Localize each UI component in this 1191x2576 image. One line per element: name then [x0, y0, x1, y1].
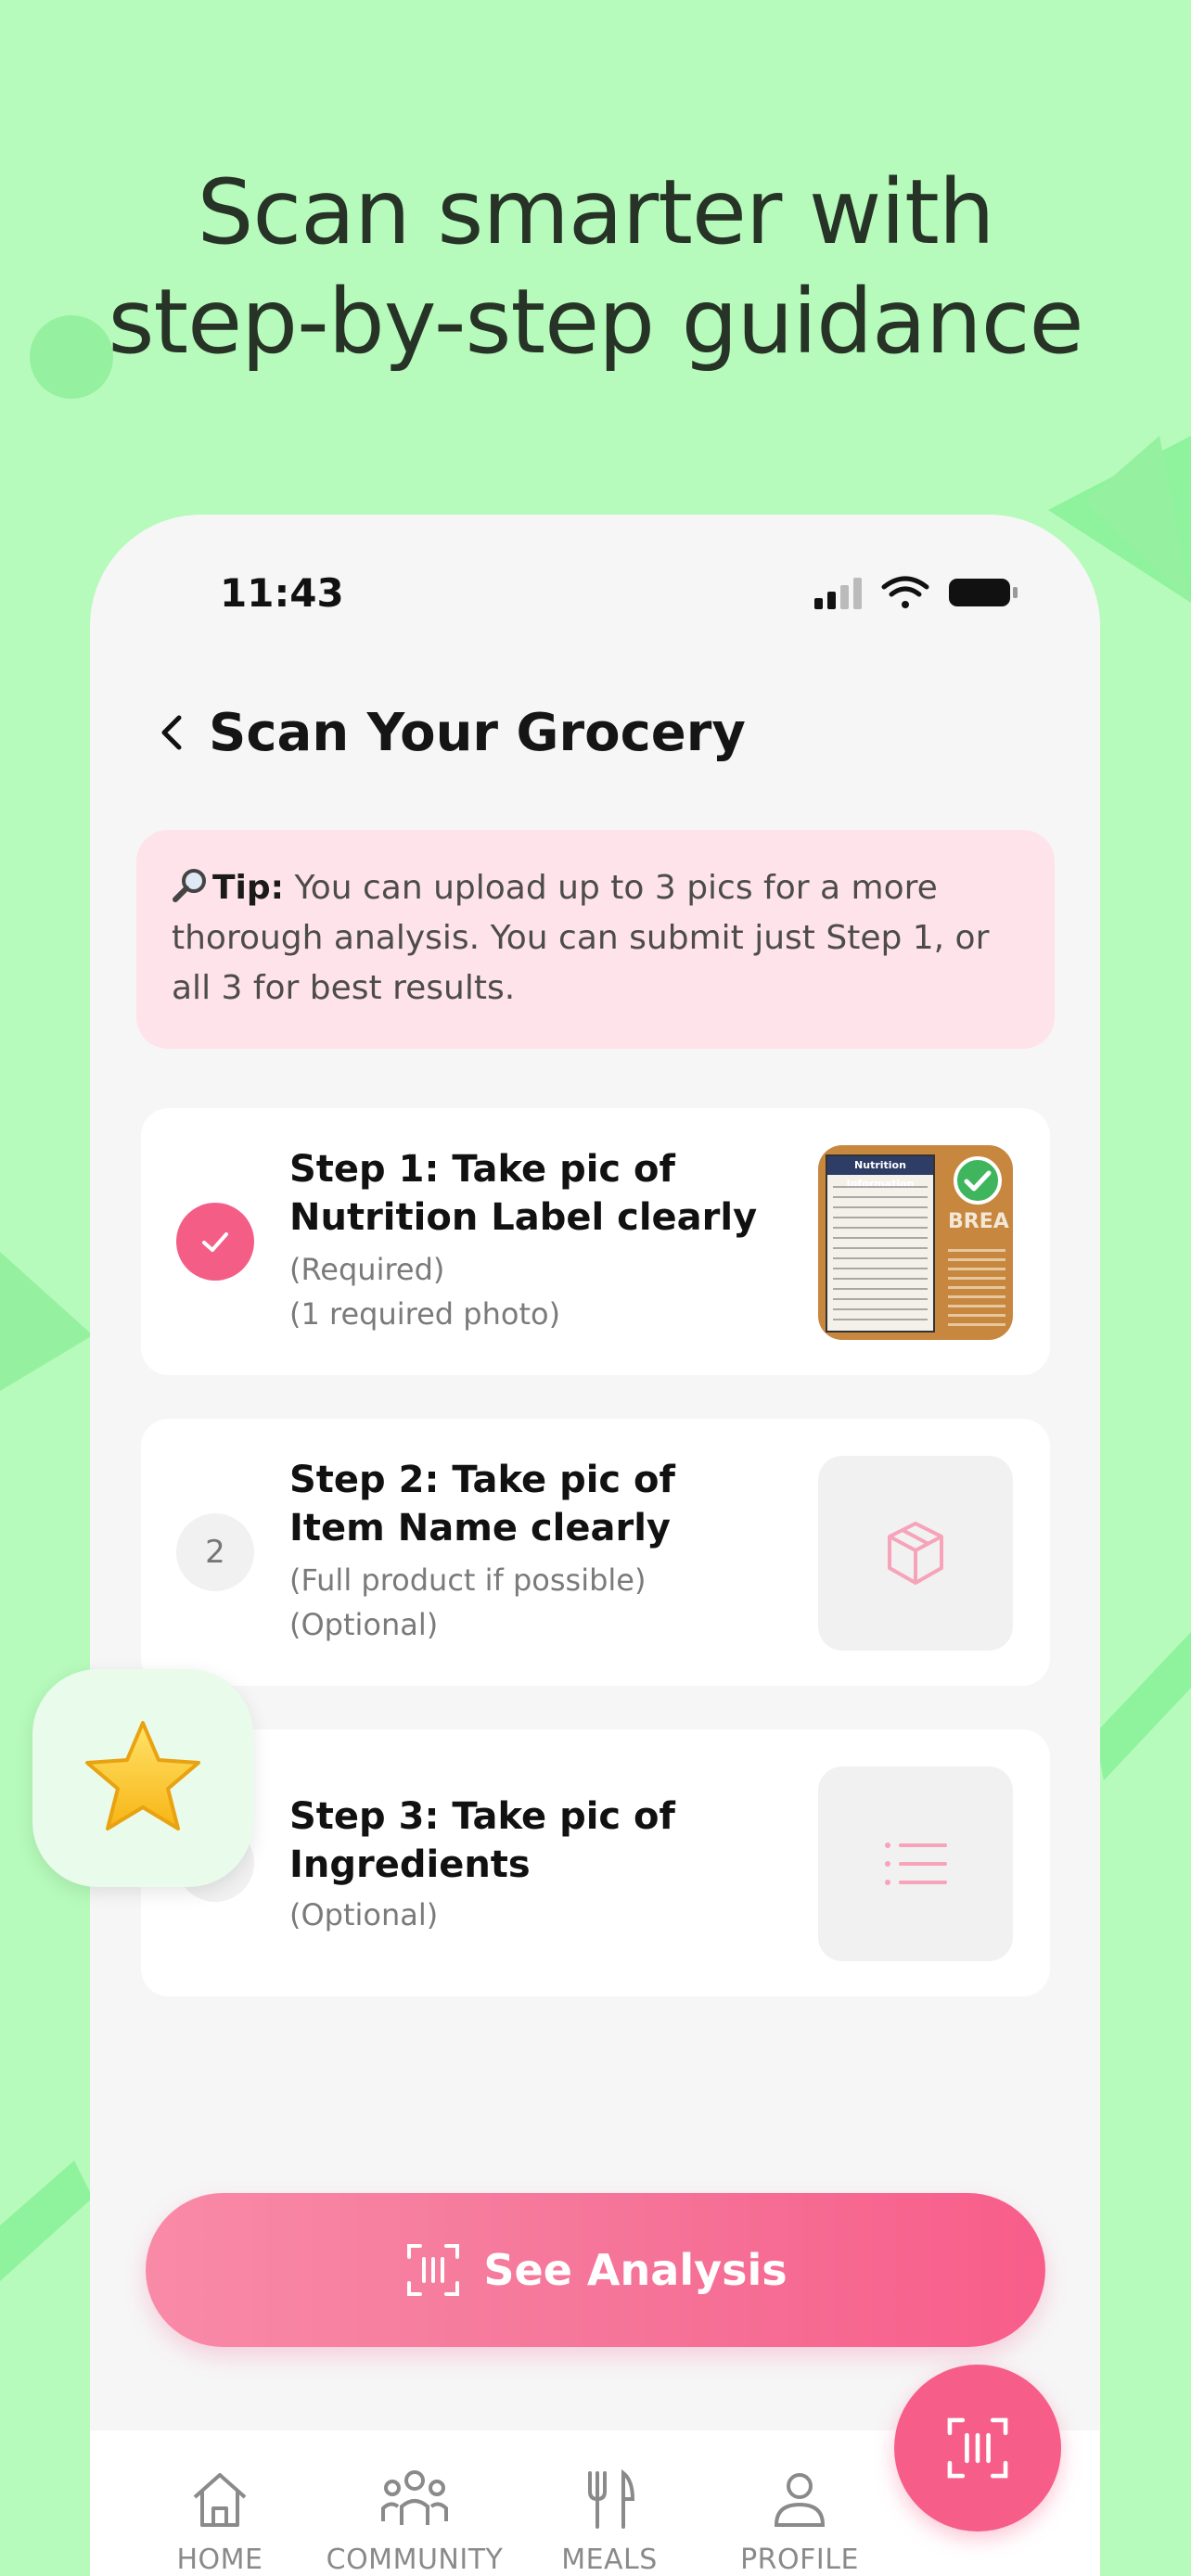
step-requirement: (Required): [289, 1252, 445, 1287]
tab-community[interactable]: COMMUNITY: [313, 2468, 517, 2576]
step-number: 2: [176, 1513, 254, 1591]
decorative-bar: [1095, 1632, 1191, 1780]
step-requirement: (Optional): [289, 1897, 439, 1932]
step-card-3[interactable]: 3 Step 3: Take pic of Ingredients (Optio…: [141, 1729, 1050, 1996]
see-analysis-label: See Analysis: [483, 2245, 788, 2295]
step-card-2[interactable]: 2 Step 2: Take pic of Item Name clearly …: [141, 1419, 1050, 1686]
tip-banner: Tip: You can upload up to 3 pics for a m…: [136, 830, 1055, 1049]
back-chevron-icon[interactable]: [146, 707, 198, 759]
screen-title: Scan Your Grocery: [209, 702, 746, 763]
step-title: Step 2: Take pic of Item Name clearly: [289, 1459, 675, 1549]
promo-headline: Scan smarter with step-by-step guidance: [0, 158, 1191, 376]
photo-upload-slot[interactable]: [818, 1766, 1013, 1961]
meals-icon: [588, 2468, 635, 2529]
tip-text: You can upload up to 3 pics for a more t…: [172, 869, 990, 1007]
status-time: 11:43: [220, 570, 344, 616]
profile-icon: [774, 2473, 826, 2527]
nutrition-label-photo: Nutrition Information BREA: [818, 1145, 1013, 1340]
scan-icon: [407, 2244, 460, 2296]
decorative-bar: [0, 2161, 93, 2281]
community-icon: [381, 2470, 448, 2525]
wifi-icon: [881, 576, 929, 608]
step-title: Step 1: Take pic of Nutrition Label clea…: [289, 1148, 758, 1239]
photo-upload-slot[interactable]: [818, 1456, 1013, 1651]
photo-check-icon: [954, 1156, 1002, 1205]
star-badge: [32, 1669, 253, 1887]
phone-screen: 11:43 Scan Your Grocery Tip: You can upl…: [90, 515, 1100, 2576]
step-detail: (Optional): [289, 1607, 439, 1642]
label-photo-brand: BREA: [948, 1210, 1009, 1233]
scan-fab-button[interactable]: [894, 2365, 1061, 2531]
decorative-triangle: [0, 1252, 93, 1391]
headline-line-2: step-by-step guidance: [108, 270, 1083, 374]
tab-label: COMMUNITY: [326, 2544, 504, 2576]
cellular-signal-icon: [814, 578, 862, 609]
battery-icon: [949, 579, 1018, 606]
headline-line-1: Scan smarter with: [197, 160, 994, 264]
magnifier-icon: [173, 869, 206, 902]
tab-home[interactable]: HOME: [118, 2468, 322, 2576]
tab-profile[interactable]: PROFILE: [698, 2468, 902, 2576]
status-icons: [814, 576, 1018, 609]
label-photo-header: Nutrition Information: [827, 1156, 933, 1190]
step-title: Step 3: Take pic of Ingredients: [289, 1795, 675, 1886]
see-analysis-button[interactable]: See Analysis: [146, 2193, 1045, 2347]
list-icon: [885, 1843, 947, 1885]
tab-label: PROFILE: [740, 2544, 859, 2576]
step-requirement: (Full product if possible): [289, 1562, 647, 1598]
tab-label: MEALS: [561, 2544, 658, 2576]
check-icon: [202, 1232, 228, 1252]
screen-header: Scan Your Grocery: [146, 695, 746, 770]
scan-icon: [947, 2417, 1008, 2479]
tip-label: Tip:: [212, 869, 285, 907]
home-icon: [193, 2473, 247, 2527]
step-detail: (1 required photo): [289, 1296, 561, 1332]
step-card-1[interactable]: Step 1: Take pic of Nutrition Label clea…: [141, 1108, 1050, 1375]
box-icon: [888, 1522, 943, 1585]
tab-meals[interactable]: MEALS: [507, 2468, 711, 2576]
nutrition-label-thumbnail[interactable]: Nutrition Information BREA: [818, 1145, 1013, 1340]
tab-label: HOME: [176, 2544, 263, 2576]
step-complete-check: [176, 1203, 254, 1281]
star-icon: [85, 1720, 200, 1830]
